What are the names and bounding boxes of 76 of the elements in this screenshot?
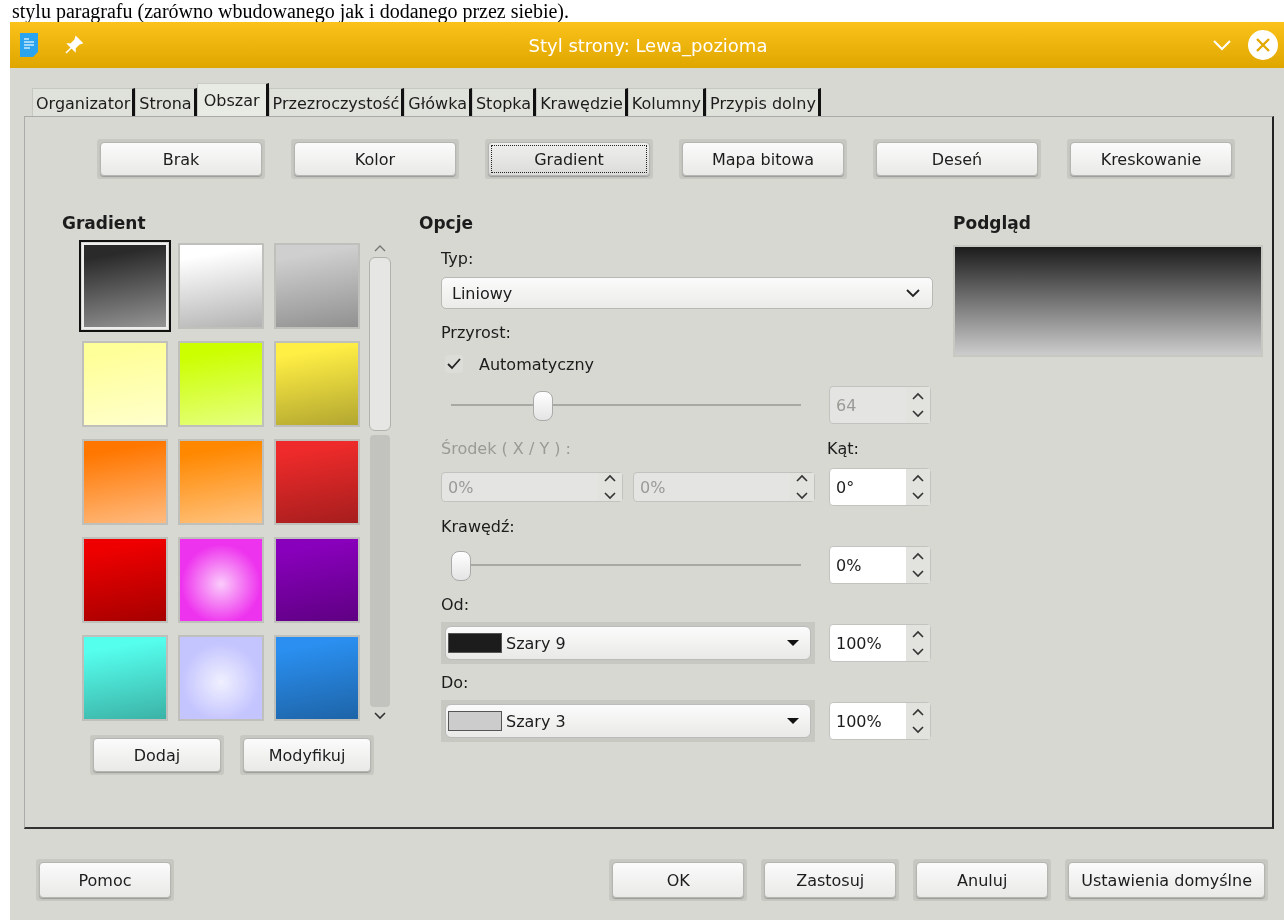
pin-icon[interactable] (64, 35, 84, 55)
window-title: Styl strony: Lewa_pozioma (527, 34, 769, 56)
field-label: Krawędź: (441, 515, 516, 538)
close-icon[interactable] (1248, 30, 1278, 60)
list-button[interactable]: Dodaj (93, 738, 221, 772)
slider-thumb[interactable] (451, 551, 471, 581)
slider-thumb[interactable] (533, 391, 553, 421)
scrollbar[interactable] (368, 243, 392, 721)
gradient-swatch[interactable] (82, 341, 168, 427)
dialog-button[interactable]: Zastosuj (764, 862, 897, 898)
tab[interactable]: Krawędzie (536, 88, 628, 116)
intensity-spin-field[interactable]: 100% (829, 624, 931, 662)
field-label: Środek ( X / Y ) : (441, 437, 571, 460)
gradient-swatch[interactable] (82, 537, 168, 623)
gradient-swatch[interactable] (178, 537, 264, 623)
gradient-swatch[interactable] (82, 635, 168, 721)
chevron-down-icon[interactable] (1212, 39, 1232, 51)
tab[interactable]: Przypis dolny (706, 88, 821, 116)
dialog-button[interactable]: Ustawienia domyślne (1068, 862, 1265, 898)
fill-type-button[interactable]: Brak (100, 142, 262, 176)
fill-type-button[interactable]: Kreskowanie (1070, 142, 1232, 176)
spin-arrows-icon[interactable] (906, 547, 930, 583)
checkbox[interactable] (445, 355, 463, 373)
fill-type-button[interactable]: Kolor (294, 142, 456, 176)
checkbox-label[interactable]: Automatyczny (479, 354, 595, 374)
field-label: Przyrost: (441, 321, 512, 344)
chevron-down-icon (906, 288, 920, 298)
fill-type-button[interactable]: Gradient (488, 142, 650, 176)
dropdown-arrow-icon (786, 717, 800, 725)
section-heading: Podgląd (953, 213, 1032, 235)
section-heading: Gradient (62, 213, 147, 235)
type-dropdown[interactable]: Liniowy (441, 277, 933, 309)
document-icon (20, 33, 38, 57)
tab[interactable]: Obszar (196, 83, 269, 116)
list-button[interactable]: Modyfikuj (243, 738, 371, 772)
scrollbar-thumb[interactable] (369, 257, 391, 431)
dialog-button[interactable]: OK (612, 862, 745, 898)
gradient-swatch[interactable] (274, 243, 360, 329)
tab[interactable]: Przezroczystość (268, 88, 405, 116)
gradient-swatch[interactable] (274, 537, 360, 623)
gradient-swatch[interactable] (178, 439, 264, 525)
field-label: Od: (441, 593, 471, 616)
dialog-button[interactable]: Anuluj (916, 862, 1049, 898)
spin-arrows-icon[interactable] (906, 703, 930, 739)
scroll-up-icon[interactable] (373, 243, 387, 253)
angle-spin-field[interactable]: 0° (829, 468, 931, 506)
fill-type-button[interactable]: Deseń (876, 142, 1038, 176)
gradient-swatch[interactable] (178, 635, 264, 721)
gradient-swatch[interactable] (274, 635, 360, 721)
help-button[interactable]: Pomoc (39, 862, 171, 898)
intensity-spin-field[interactable]: 100% (829, 702, 931, 740)
fill-type-button[interactable]: Mapa bitowa (682, 142, 844, 176)
field-label: Kąt: (827, 437, 860, 460)
spin-arrows-icon[interactable] (906, 469, 930, 505)
border-spin-field[interactable]: 0% (829, 546, 931, 584)
gradient-swatch[interactable] (178, 243, 264, 329)
section-heading: Opcje (419, 213, 475, 235)
gradient-swatch[interactable] (274, 341, 360, 427)
color-dropdown[interactable]: Szary 3 (445, 704, 811, 738)
gradient-swatch[interactable] (274, 439, 360, 525)
slider[interactable] (451, 548, 801, 582)
tab[interactable]: Główka (404, 88, 472, 116)
scroll-down-icon[interactable] (373, 711, 387, 721)
slider[interactable] (451, 388, 801, 422)
color-dropdown[interactable]: Szary 9 (445, 626, 811, 660)
field-label: Do: (441, 671, 470, 694)
dropdown-arrow-icon (786, 639, 800, 647)
tab[interactable]: Organizator (32, 88, 136, 116)
gradient-swatch[interactable] (82, 439, 168, 525)
tab[interactable]: Kolumny (627, 88, 707, 116)
spin-arrows-icon[interactable] (906, 625, 930, 661)
gradient-swatch[interactable] (178, 341, 264, 427)
tab[interactable]: Strona (135, 88, 197, 116)
tab[interactable]: Stopka (471, 88, 537, 116)
field-label: Typ: (441, 247, 475, 270)
document-text: stylu paragrafu (zarówno wbudowanego jak i dodanego przez siebie). (11, 0, 570, 22)
